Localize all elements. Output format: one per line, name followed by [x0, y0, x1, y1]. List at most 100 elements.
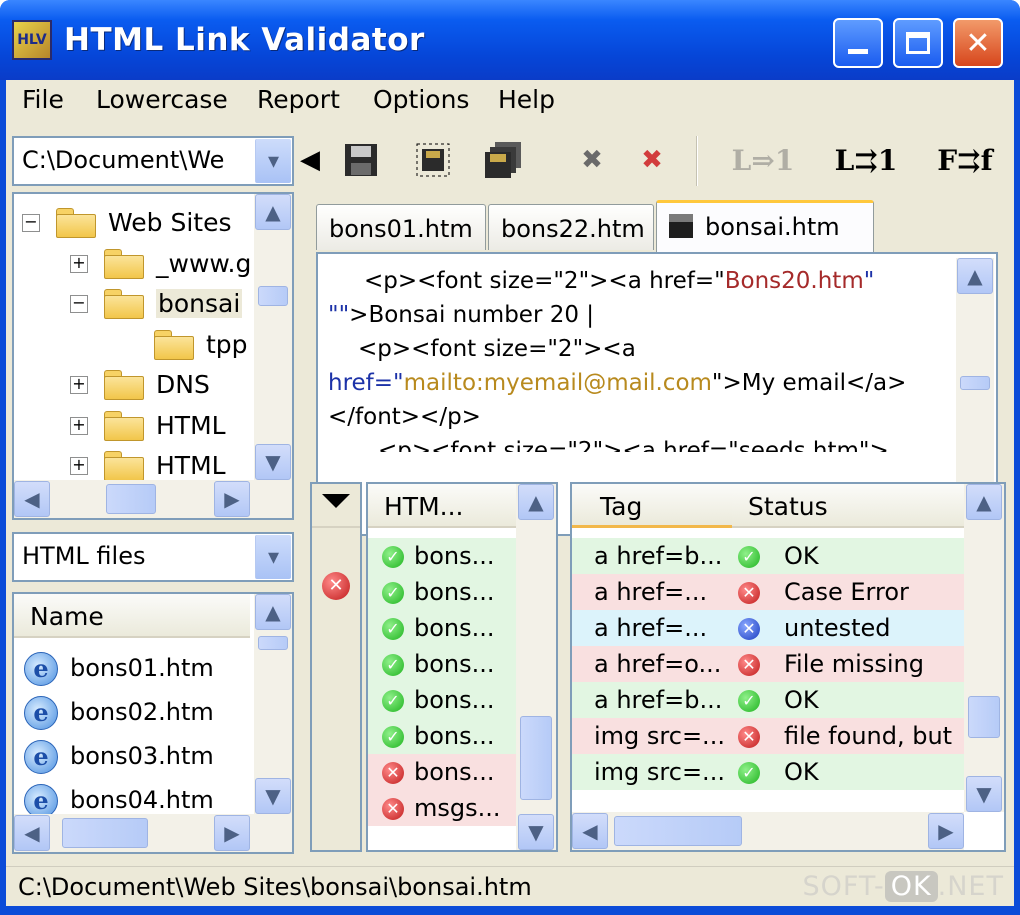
menu-report[interactable]: Report: [257, 85, 340, 114]
maximize-button[interactable]: [893, 18, 943, 68]
html-file-row[interactable]: ✓ bons...: [368, 718, 516, 754]
scroll-thumb[interactable]: [62, 818, 148, 848]
chevron-down-icon[interactable]: ▾: [255, 139, 291, 183]
tab-bonsai[interactable]: bonsai.htm: [656, 200, 874, 252]
close-button[interactable]: ✕: [953, 18, 1003, 68]
scroll-right-icon[interactable]: ▶: [928, 813, 964, 849]
minimize-button[interactable]: [833, 18, 883, 68]
link-row[interactable]: a href=o... ✕ File missing: [572, 646, 966, 682]
collapse-icon[interactable]: −: [22, 214, 40, 232]
file-list-hscroll[interactable]: ◀ ▶: [14, 814, 292, 852]
expand-icon[interactable]: +: [70, 255, 88, 273]
expand-icon[interactable]: +: [70, 417, 88, 435]
scroll-up-icon[interactable]: ▲: [255, 194, 291, 230]
tree-item-tpp[interactable]: tpp: [14, 324, 254, 364]
file-list-vscroll[interactable]: ▲ ▼: [254, 594, 292, 814]
scroll-down-icon[interactable]: ▼: [255, 778, 291, 814]
tree-item-bonsai[interactable]: − bonsai: [14, 283, 254, 323]
expand-icon[interactable]: +: [70, 457, 88, 475]
column-header-name[interactable]: Name: [14, 594, 250, 638]
file-item[interactable]: e bons02.htm: [14, 692, 250, 734]
minimize-icon: [835, 20, 881, 66]
save-all-icon[interactable]: [480, 138, 526, 182]
html-list-vscroll[interactable]: ▲ ▼: [516, 484, 556, 850]
file-item[interactable]: e bons04.htm: [14, 780, 250, 814]
tree-item-www[interactable]: + _www.g: [14, 243, 254, 283]
path-combo-value: C:\Document\We: [22, 146, 225, 174]
tab-bons01[interactable]: bons01.htm: [316, 204, 486, 250]
scroll-up-icon[interactable]: ▲: [518, 484, 554, 520]
tree-item-html-1[interactable]: + HTML: [14, 405, 254, 445]
tab-bons22[interactable]: bons22.htm: [488, 204, 654, 250]
column-header-status[interactable]: Status: [732, 484, 966, 528]
link-row[interactable]: a href=b... ✓ OK: [572, 538, 966, 574]
scroll-left-icon[interactable]: ◀: [14, 481, 50, 517]
link-row[interactable]: a href=... ✕ Case Error: [572, 574, 966, 610]
html-file-row[interactable]: ✓ bons...: [368, 538, 516, 574]
tree-item-dns[interactable]: + DNS: [14, 364, 254, 404]
tree-hscroll[interactable]: ◀ ▶: [14, 480, 292, 518]
scroll-left-icon[interactable]: ◀: [14, 815, 50, 851]
scroll-thumb[interactable]: [960, 376, 990, 390]
scroll-thumb[interactable]: [258, 286, 288, 306]
tree-item-html-2[interactable]: + HTML: [14, 445, 254, 485]
lowercase-files-button[interactable]: F⇉f: [928, 138, 1002, 182]
link-row[interactable]: a href=... ✕ untested: [572, 610, 966, 646]
menu-lowercase[interactable]: Lowercase: [96, 85, 228, 114]
html-file-row[interactable]: ✓ bons...: [368, 682, 516, 718]
clear-errors-icon[interactable]: ✖: [634, 138, 670, 182]
chevron-down-icon[interactable]: ▾: [255, 535, 291, 579]
ok-status-icon: ✓: [382, 618, 404, 640]
links-hscroll[interactable]: ◀ ▶: [572, 812, 964, 850]
scroll-left-icon[interactable]: ◀: [572, 813, 608, 849]
scroll-up-icon[interactable]: ▲: [255, 594, 291, 630]
column-header-tag[interactable]: Tag: [572, 484, 732, 528]
menu-options[interactable]: Options: [373, 85, 469, 114]
menu-file[interactable]: File: [22, 85, 64, 114]
title-bar[interactable]: HLV HTML Link Validator ✕: [0, 0, 1020, 80]
html-file-row[interactable]: ✓ bons...: [368, 646, 516, 682]
html-file-row[interactable]: ✓ bons...: [368, 610, 516, 646]
scroll-down-icon[interactable]: ▼: [966, 776, 1002, 812]
html-file-row[interactable]: ✕ msgs...: [368, 790, 516, 826]
save-selected-icon[interactable]: [410, 138, 456, 182]
clear-icon[interactable]: ✖: [574, 138, 610, 182]
link-row[interactable]: img src=... ✓ OK: [572, 754, 966, 790]
file-item[interactable]: e bons01.htm: [14, 648, 250, 690]
sort-down-icon[interactable]: [322, 494, 350, 508]
tree-item-web-sites[interactable]: − Web Sites: [14, 202, 254, 242]
error-status-icon: ✕: [738, 654, 760, 676]
scroll-up-icon[interactable]: ▲: [957, 258, 993, 294]
html-file-row[interactable]: ✓ bons...: [368, 574, 516, 610]
scroll-right-icon[interactable]: ▶: [214, 481, 250, 517]
expand-icon[interactable]: +: [70, 376, 88, 394]
column-header-html[interactable]: HTM...: [368, 484, 516, 528]
links-vscroll[interactable]: ▲ ▼: [964, 484, 1004, 812]
html-file-icon: e: [24, 784, 58, 814]
scroll-up-icon[interactable]: ▲: [966, 484, 1002, 520]
code-line: </font></p>: [328, 404, 481, 430]
collapse-left-icon[interactable]: ◀: [298, 138, 322, 182]
lowercase-links-button[interactable]: L⇉1: [826, 138, 906, 182]
maximize-icon: [895, 20, 941, 66]
lowercase-link-button[interactable]: L⇒1: [728, 138, 798, 182]
scroll-thumb[interactable]: [520, 716, 552, 800]
scroll-right-icon[interactable]: ▶: [214, 815, 250, 851]
scroll-thumb[interactable]: [106, 484, 156, 514]
path-combo[interactable]: C:\Document\We ▾: [12, 136, 294, 186]
link-row[interactable]: img src=... ✕ file found, but: [572, 718, 966, 754]
scroll-down-icon[interactable]: ▼: [255, 444, 291, 480]
file-filter-combo[interactable]: HTML files ▾: [12, 532, 294, 582]
link-row[interactable]: a href=b... ✓ OK: [572, 682, 966, 718]
collapse-icon[interactable]: −: [70, 295, 88, 313]
file-item[interactable]: e bons03.htm: [14, 736, 250, 778]
scroll-thumb[interactable]: [614, 816, 742, 846]
tree-vscroll[interactable]: ▲ ▼: [254, 194, 292, 480]
menu-help[interactable]: Help: [498, 85, 555, 114]
error-icon[interactable]: ✕: [322, 572, 350, 600]
scroll-thumb[interactable]: [258, 636, 288, 650]
html-file-row[interactable]: ✕ bons...: [368, 754, 516, 790]
scroll-thumb[interactable]: [968, 696, 1000, 738]
scroll-down-icon[interactable]: ▼: [518, 814, 554, 850]
save-icon[interactable]: [338, 138, 384, 182]
